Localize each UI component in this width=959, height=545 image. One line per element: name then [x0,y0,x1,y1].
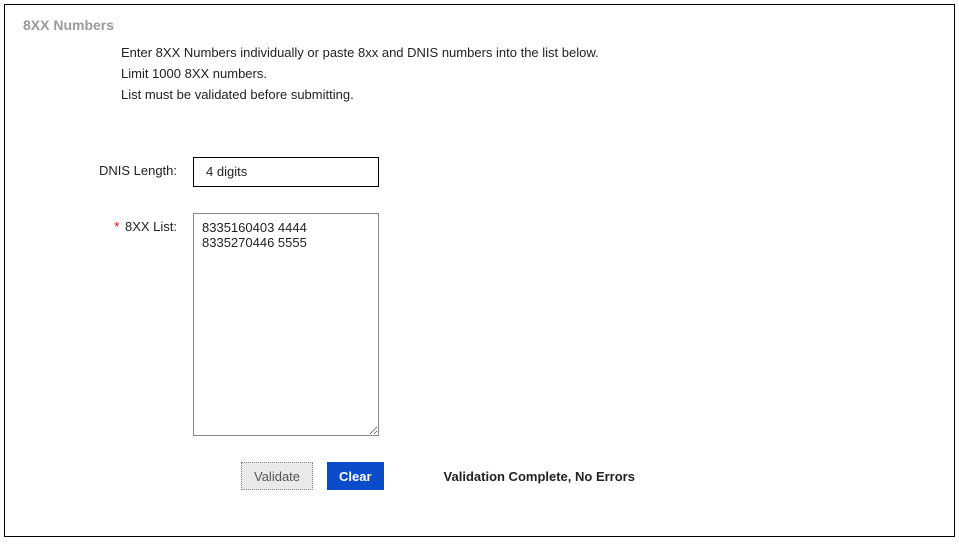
8xx-list-label-wrap: * 8XX List: [23,213,193,234]
instruction-line: Limit 1000 8XX numbers. [121,64,936,85]
row-8xx-list: * 8XX List: 8335160403 4444 8335270446 5… [23,213,936,436]
validation-status: Validation Complete, No Errors [444,469,635,484]
panel-title: 8XX Numbers [23,17,936,33]
required-marker: * [114,219,119,234]
row-dnis-length: DNIS Length: 4 digits [23,157,936,187]
instruction-line: Enter 8XX Numbers individually or paste … [121,43,936,64]
validate-button[interactable]: Validate [241,462,313,490]
8xx-list-textarea[interactable]: 8335160403 4444 8335270446 5555 [193,213,379,436]
button-row: Validate Clear Validation Complete, No E… [241,462,936,490]
8xx-list-label: 8XX List: [125,219,177,234]
dnis-length-value: 4 digits [193,157,379,187]
instruction-line: List must be validated before submitting… [121,85,936,106]
dnis-length-label: DNIS Length: [23,157,193,178]
instructions-block: Enter 8XX Numbers individually or paste … [121,43,936,105]
clear-button[interactable]: Clear [327,462,384,490]
panel-8xx-numbers: 8XX Numbers Enter 8XX Numbers individual… [4,4,955,537]
